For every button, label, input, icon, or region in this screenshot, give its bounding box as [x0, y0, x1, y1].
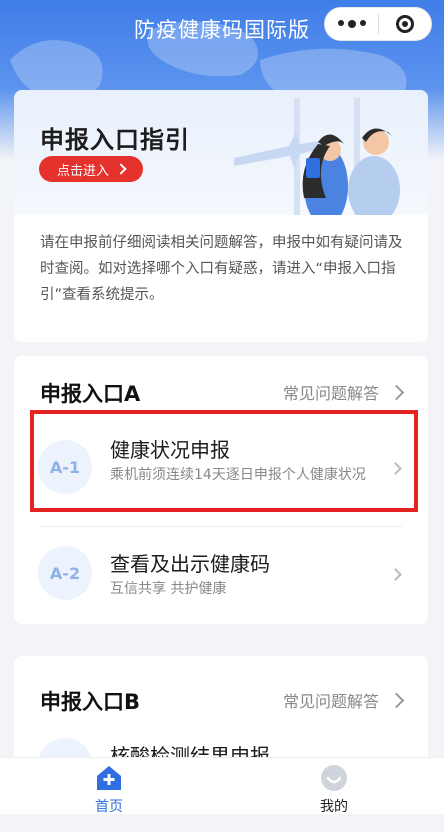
tab-home-label: 首页: [95, 799, 123, 815]
entry-item-a2[interactable]: A-2 查看及出示健康码 互信共享 共护健康: [14, 528, 428, 628]
tab-home[interactable]: 首页: [49, 758, 169, 815]
travelers-illustration: [234, 98, 400, 215]
enter-guide-label: 点击进入: [56, 163, 109, 179]
section-b-title: 申报入口B: [40, 690, 141, 714]
entry-subtitle: 互信共享 共护健康: [110, 581, 227, 597]
profile-icon: [321, 765, 347, 791]
tab-mine[interactable]: 我的: [274, 758, 394, 815]
chevron-right-icon: [388, 384, 405, 400]
section-a-faq-link[interactable]: 常见问题解答: [282, 380, 405, 404]
home-icon: [97, 766, 121, 790]
entry-badge: A-2: [38, 546, 92, 600]
divider: [40, 526, 402, 527]
guide-description: 请在申报前仔细阅读相关问题解答，申报中如有疑问请及时查阅。如对选择哪个入口有疑惑…: [40, 235, 403, 303]
entry-title: 查看及出示健康码: [110, 552, 270, 576]
miniapp-capsule: [324, 7, 432, 41]
guide-title: 申报入口指引: [40, 126, 190, 154]
section-b-faq-link[interactable]: 常见问题解答: [282, 688, 405, 712]
enter-guide-button[interactable]: 点击进入: [39, 156, 143, 182]
chevron-right-icon: [115, 163, 127, 175]
chevron-right-icon: [389, 568, 402, 581]
chevron-right-icon: [388, 692, 405, 708]
selection-highlight-box: [30, 410, 418, 512]
tab-mine-label: 我的: [320, 799, 348, 815]
close-icon[interactable]: [379, 15, 431, 33]
bottom-tabbar: 首页 我的: [0, 757, 444, 815]
more-icon[interactable]: [325, 20, 378, 28]
faq-label: 常见问题解答: [282, 692, 379, 711]
guide-card[interactable]: 申报入口指引 点击进入 请在申报前仔细阅读相关问题解答，申报中如有疑问请及时查阅…: [14, 90, 428, 342]
section-a-title: 申报入口A: [40, 382, 141, 406]
faq-label: 常见问题解答: [282, 384, 379, 403]
